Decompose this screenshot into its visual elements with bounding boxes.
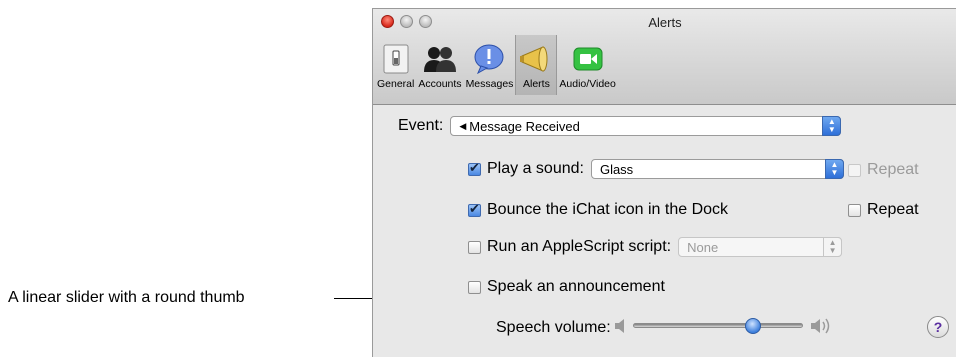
- speech-volume-label: Speech volume:: [496, 319, 611, 336]
- volume-low-icon: [614, 318, 628, 339]
- tab-alerts[interactable]: Alerts: [515, 35, 558, 95]
- event-label: Event:: [398, 117, 444, 134]
- volume-high-icon: [810, 316, 834, 341]
- event-value: Message Received: [469, 118, 580, 134]
- chevron-updown-icon: ▲ ▼: [822, 116, 842, 136]
- play-sound-repeat-label: Repeat: [867, 161, 919, 178]
- sound-popup[interactable]: Glass ▲ ▼: [590, 159, 844, 179]
- bounce-repeat-row: Repeat: [848, 201, 919, 219]
- chevron-updown-icon: ▲ ▼: [824, 159, 844, 179]
- bounce-repeat-label: Repeat: [867, 201, 919, 218]
- tab-general[interactable]: General: [375, 35, 416, 95]
- tab-general-label: General: [377, 78, 415, 90]
- bounce-label: Bounce the iChat icon in the Dock: [487, 201, 729, 218]
- bounce-repeat-checkbox[interactable]: [848, 203, 861, 217]
- play-sound-label: Play a sound:: [487, 160, 584, 177]
- speech-volume-row: Speech volume:: [496, 319, 611, 337]
- tab-messages[interactable]: Messages: [464, 35, 516, 95]
- tab-accounts-label: Accounts: [418, 78, 462, 90]
- tab-audio-video-label: Audio/Video: [559, 78, 616, 90]
- applescript-checkbox[interactable]: [468, 240, 481, 254]
- play-sound-repeat-row: Repeat: [848, 161, 919, 179]
- bounce-row: Bounce the iChat icon in the Dock: [468, 201, 728, 219]
- speech-bubble-icon: [471, 41, 507, 77]
- preferences-toolbar: General Accounts Messages Alerts Audio/V…: [375, 35, 618, 95]
- applescript-popup[interactable]: None ▲ ▼: [678, 237, 843, 257]
- window-title: Alerts: [648, 15, 682, 30]
- bounce-checkbox[interactable]: [468, 201, 481, 217]
- title-bar: Alerts General Accounts Messages Alerts …: [373, 9, 956, 105]
- chevron-updown-icon: ▲ ▼: [823, 237, 843, 257]
- play-sound-checkbox[interactable]: [468, 160, 481, 176]
- event-row: Event: ◀ Message Received ▲ ▼: [398, 116, 842, 136]
- applescript-row: Run an AppleScript script: None ▲ ▼: [468, 237, 843, 257]
- help-button[interactable]: ?: [927, 316, 949, 338]
- annotation-text: A linear slider with a round thumb: [8, 289, 245, 306]
- sound-value: Glass: [599, 161, 634, 177]
- speak-row: Speak an announcement: [468, 278, 665, 296]
- event-popup[interactable]: ◀ Message Received ▲ ▼: [450, 116, 842, 136]
- play-sound-repeat-checkbox[interactable]: [848, 163, 861, 177]
- switch-icon: [378, 41, 414, 77]
- slider-thumb[interactable]: [744, 318, 761, 334]
- megaphone-icon: [518, 41, 554, 77]
- alerts-window: Alerts General Accounts Messages Alerts …: [372, 8, 956, 357]
- tab-alerts-label: Alerts: [523, 78, 550, 90]
- play-sound-row: Play a sound: Glass ▲▼: [468, 159, 844, 179]
- tab-audio-video[interactable]: Audio/Video: [557, 35, 617, 95]
- speak-checkbox[interactable]: [468, 280, 481, 294]
- speaker-icon: ◀: [459, 120, 467, 131]
- tab-accounts[interactable]: Accounts: [416, 35, 463, 95]
- speech-volume-slider[interactable]: [633, 318, 803, 334]
- applescript-label: Run an AppleScript script:: [487, 238, 672, 255]
- applescript-value: None: [687, 239, 719, 255]
- video-camera-icon: [570, 41, 606, 77]
- people-icon: [422, 41, 458, 77]
- speak-label: Speak an announcement: [487, 278, 665, 295]
- tab-messages-label: Messages: [465, 78, 514, 90]
